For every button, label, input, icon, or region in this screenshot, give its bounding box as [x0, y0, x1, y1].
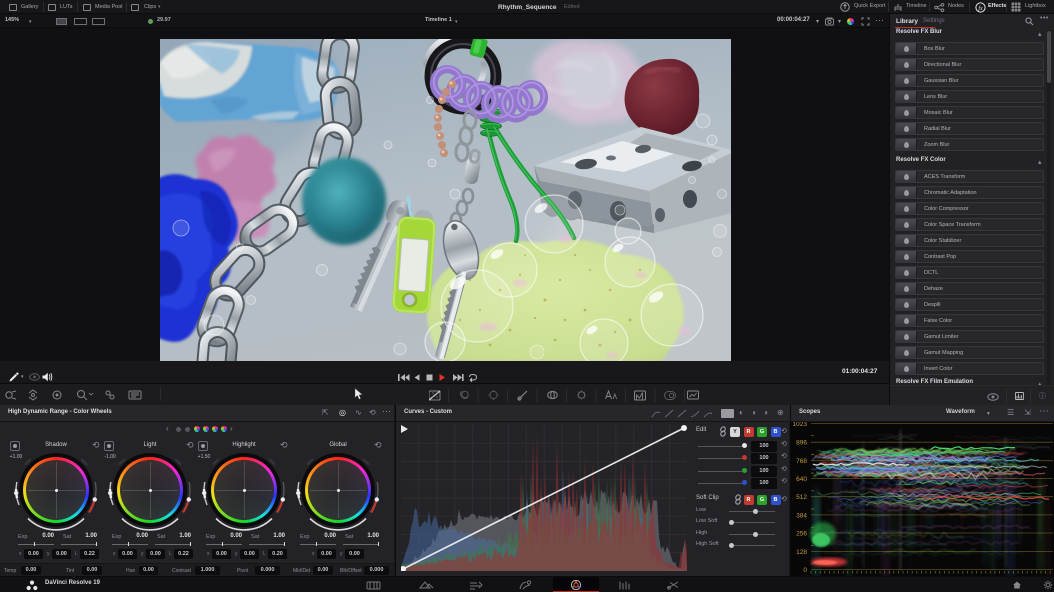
svg-text:512: 512: [796, 494, 807, 501]
svg-text:fx: fx: [978, 5, 983, 12]
svg-text:0: 0: [803, 567, 807, 574]
svg-text:384: 384: [796, 512, 807, 519]
svg-text:640: 640: [796, 476, 807, 483]
svg-text:128: 128: [796, 549, 807, 556]
svg-text:768: 768: [796, 458, 807, 465]
svg-text:1023: 1023: [793, 422, 808, 428]
svg-text:896: 896: [796, 440, 807, 447]
svg-text:256: 256: [796, 531, 807, 538]
